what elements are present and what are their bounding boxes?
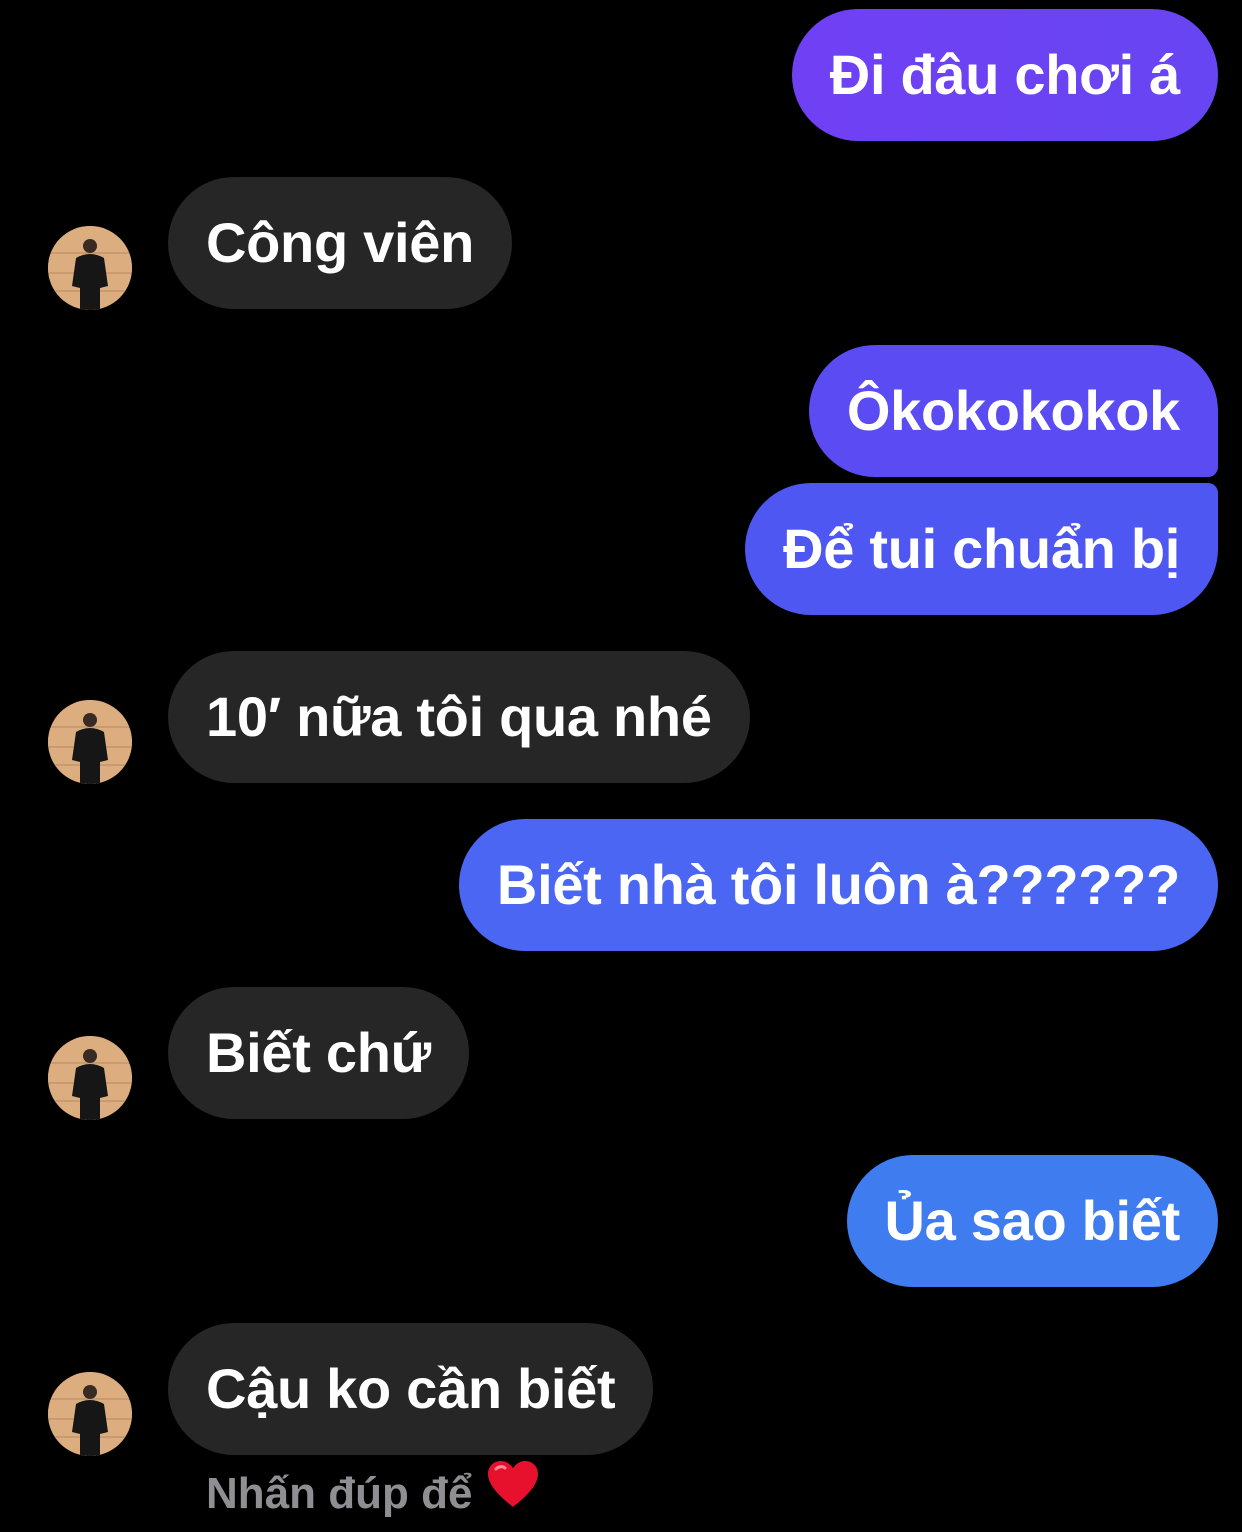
message-bubble-received[interactable]: Biết chứ bbox=[168, 987, 469, 1119]
person-icon bbox=[48, 1036, 132, 1120]
contact-avatar[interactable] bbox=[48, 226, 132, 310]
heart-icon[interactable] bbox=[486, 1459, 540, 1525]
message-bubble-received[interactable]: 10′ nữa tôi qua nhé bbox=[168, 651, 750, 783]
contact-avatar[interactable] bbox=[48, 1036, 132, 1120]
person-icon bbox=[48, 226, 132, 310]
message-bubble-received[interactable]: Cậu ko cần biết bbox=[168, 1323, 654, 1455]
contact-avatar[interactable] bbox=[48, 1372, 132, 1456]
person-icon bbox=[48, 700, 132, 784]
contact-avatar[interactable] bbox=[48, 700, 132, 784]
message-bubble-received[interactable]: Công viên bbox=[168, 177, 512, 309]
double-tap-hint: Nhấn đúp để bbox=[206, 1461, 540, 1525]
message-bubble-sent[interactable]: Đi đâu chơi á bbox=[791, 9, 1218, 141]
message-bubble-sent[interactable]: Biết nhà tôi luôn à?????? bbox=[458, 819, 1218, 951]
message-bubble-sent[interactable]: Ôkokokokok bbox=[808, 345, 1218, 477]
double-tap-hint-label: Nhấn đúp để bbox=[206, 1469, 473, 1518]
person-icon bbox=[48, 1372, 132, 1456]
message-bubble-sent[interactable]: Ủa sao biết bbox=[846, 1155, 1218, 1287]
message-bubble-sent[interactable]: Để tui chuẩn bị bbox=[745, 483, 1218, 615]
